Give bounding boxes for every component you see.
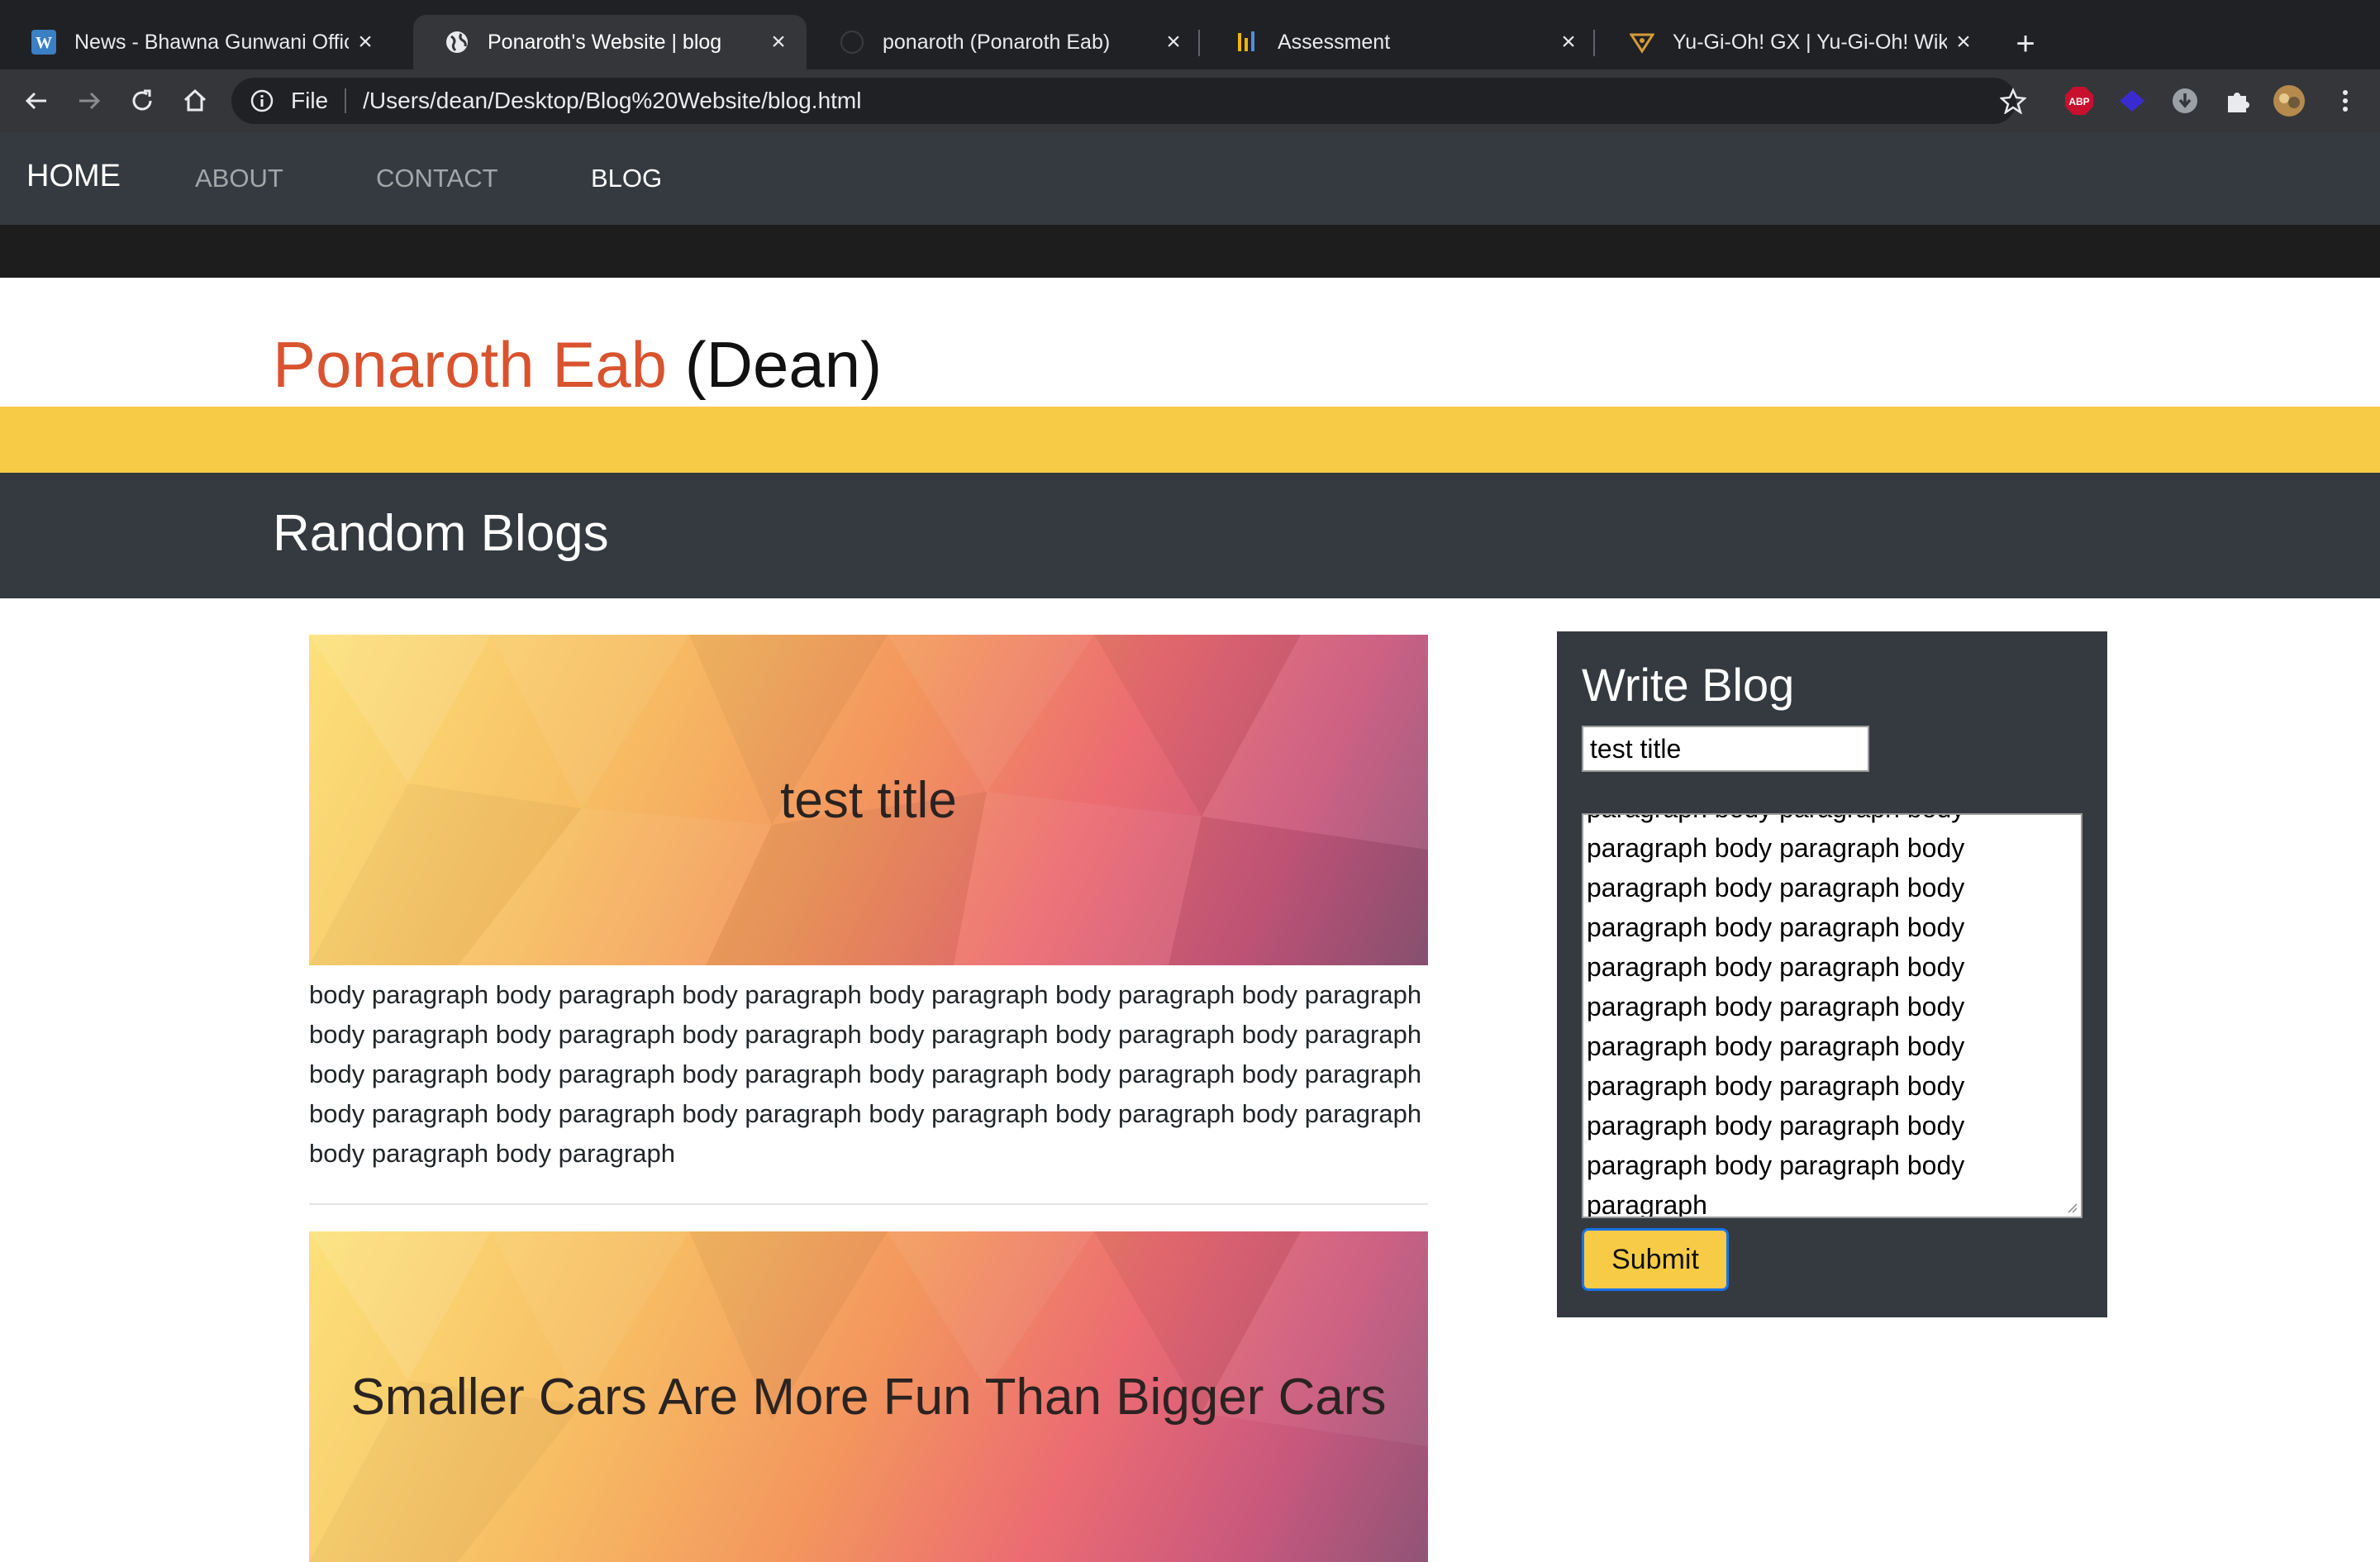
- dark-banner: [0, 225, 2380, 278]
- profile-avatar[interactable]: [2273, 84, 2306, 117]
- textarea-line: paragraph body paragraph body: [1587, 833, 1965, 863]
- forward-icon[interactable]: [69, 81, 109, 121]
- post-title: Smaller Cars Are More Fun Than Bigger Ca…: [350, 1368, 1387, 1426]
- reload-icon[interactable]: [122, 81, 162, 121]
- browser-tab[interactable]: ponaroth (Ponaroth Eab) ×: [808, 15, 1202, 69]
- download-extension-icon[interactable]: [2168, 84, 2202, 117]
- browser-tab[interactable]: W News - Bhawna Gunwani Offici ×: [0, 15, 393, 69]
- nav-link-contact[interactable]: CONTACT: [376, 164, 498, 193]
- textarea-line: paragraph body paragraph body: [1587, 1111, 1965, 1141]
- nav-home-link[interactable]: HOME: [26, 159, 121, 194]
- section-title: Random Blogs: [273, 505, 609, 562]
- blog-body-textarea[interactable]: paragraph body paragraph body paragraph …: [1582, 813, 2082, 1218]
- author-name: Ponaroth Eab: [273, 328, 668, 401]
- submit-button[interactable]: Submit: [1582, 1228, 1729, 1291]
- wordpress-icon: W: [31, 30, 56, 55]
- textarea-line: paragraph body paragraph body: [1587, 1071, 1965, 1101]
- tab-separator: [1198, 30, 1200, 56]
- tab-title: Ponaroth's Website | blog: [488, 30, 722, 54]
- puzzle-extensions-icon[interactable]: [2221, 84, 2254, 117]
- resize-grip-icon[interactable]: [2064, 1200, 2078, 1213]
- tab-title: News - Bhawna Gunwani Offici: [74, 30, 349, 54]
- author-heading: Ponaroth Eab (Dean): [273, 327, 882, 402]
- textarea-line: paragraph body paragraph body: [1587, 1150, 1965, 1180]
- tab-title: Yu-Gi-Oh! GX | Yu-Gi-Oh! Wiki: [1673, 30, 1947, 54]
- post-hero-image: test title: [309, 635, 1428, 965]
- browser-tab[interactable]: Assessment ×: [1203, 15, 1597, 69]
- yugioh-icon: [1630, 30, 1654, 55]
- post-body: body paragraph body paragraph body parag…: [309, 980, 1422, 1168]
- nav-link-about[interactable]: ABOUT: [195, 164, 283, 193]
- back-icon[interactable]: [17, 81, 56, 121]
- tab-title: ponaroth (Ponaroth Eab): [883, 30, 1111, 54]
- github-icon: [840, 30, 864, 55]
- tab-close-icon[interactable]: ×: [1157, 28, 1190, 56]
- new-tab-button[interactable]: +: [2006, 25, 2044, 63]
- textarea-line: paragraph body paragraph body: [1587, 873, 1965, 902]
- author-nickname: (Dean): [684, 328, 883, 401]
- diamond-extension-icon[interactable]: [2116, 84, 2149, 117]
- textarea-line: paragraph body paragraph body: [1587, 1031, 1965, 1061]
- tab-close-icon[interactable]: ×: [1947, 28, 1980, 56]
- assessment-icon: [1235, 30, 1259, 55]
- tab-close-icon[interactable]: ×: [762, 28, 795, 56]
- tab-separator: [1593, 30, 1595, 56]
- blog-title-input[interactable]: [1582, 726, 1869, 772]
- bookmark-star-icon[interactable]: [1997, 84, 2030, 117]
- write-blog-heading: Write Blog: [1582, 659, 1795, 711]
- browser-tab-strip: W News - Bhawna Gunwani Offici × Ponarot…: [0, 0, 2380, 69]
- url-text[interactable]: /Users/dean/Desktop/Blog%20Website/blog.…: [363, 88, 861, 114]
- browser-toolbar: File /Users/dean/Desktop/Blog%20Website/…: [0, 69, 2380, 132]
- textarea-line: paragraph body paragraph body: [1587, 992, 1965, 1021]
- textarea-content: paragraph body paragraph body paragraph …: [1587, 815, 2016, 1218]
- site-info-icon[interactable]: [250, 88, 274, 113]
- post-divider: [309, 1203, 1428, 1205]
- browser-tab[interactable]: Yu-Gi-Oh! GX | Yu-Gi-Oh! Wiki ×: [1598, 15, 1992, 69]
- post-title: test title: [780, 771, 957, 829]
- browser-tab-active[interactable]: Ponaroth's Website | blog ×: [413, 15, 807, 69]
- nav-link-blog[interactable]: BLOG: [591, 164, 662, 193]
- tab-close-icon[interactable]: ×: [1552, 28, 1585, 56]
- tab-title: Assessment: [1278, 30, 1391, 54]
- adblock-plus-icon[interactable]: ABP: [2063, 84, 2096, 117]
- textarea-line: paragraph body paragraph body: [1587, 815, 2016, 828]
- site-navbar: HOME ABOUT CONTACT BLOG: [0, 132, 2380, 225]
- url-divider: [345, 88, 347, 113]
- post-hero-image: Smaller Cars Are More Fun Than Bigger Ca…: [309, 1231, 1428, 1562]
- url-scheme: File: [291, 88, 329, 113]
- write-blog-panel: Write Blog paragraph body paragraph body…: [1557, 631, 2107, 1317]
- globe-icon: [445, 30, 469, 55]
- textarea-line: paragraph body paragraph body: [1587, 952, 1965, 982]
- tab-close-icon[interactable]: ×: [349, 28, 382, 56]
- textarea-line: paragraph body paragraph body: [1587, 912, 1965, 942]
- browser-menu-icon[interactable]: [2329, 84, 2362, 117]
- section-header: Random Blogs: [0, 473, 2380, 598]
- svg-text:ABP: ABP: [2068, 96, 2089, 107]
- yellow-stripe: [0, 407, 2380, 473]
- textarea-line: paragraph: [1587, 1190, 1707, 1218]
- svg-text:W: W: [36, 34, 52, 52]
- address-bar[interactable]: File /Users/dean/Desktop/Blog%20Website/…: [231, 78, 2016, 124]
- home-icon[interactable]: [175, 81, 215, 121]
